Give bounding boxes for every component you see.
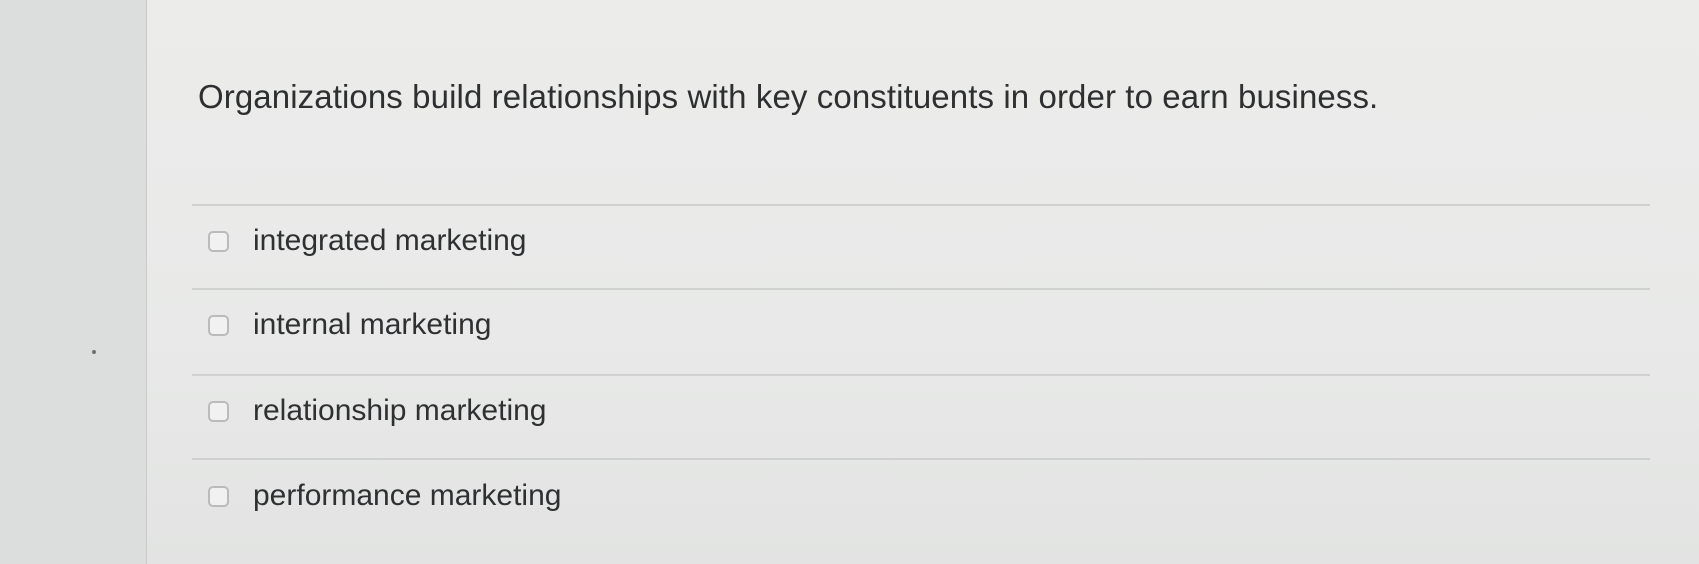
divider-top bbox=[192, 204, 1650, 206]
stray-dot bbox=[92, 350, 96, 354]
option-internal-marketing[interactable]: internal marketing bbox=[208, 305, 491, 345]
divider bbox=[192, 288, 1650, 290]
left-gutter bbox=[0, 0, 147, 564]
option-relationship-marketing[interactable]: relationship marketing bbox=[208, 391, 546, 431]
checkbox[interactable] bbox=[208, 400, 229, 422]
option-label: relationship marketing bbox=[253, 394, 547, 427]
option-label: performance marketing bbox=[253, 479, 562, 512]
divider bbox=[192, 374, 1650, 376]
option-integrated-marketing[interactable]: integrated marketing bbox=[208, 221, 527, 261]
question-text: Organizations build relationships with k… bbox=[198, 78, 1379, 115]
option-label: internal marketing bbox=[253, 308, 492, 341]
checkbox[interactable] bbox=[208, 485, 229, 507]
option-label: integrated marketing bbox=[253, 224, 527, 257]
option-performance-marketing[interactable]: performance marketing bbox=[208, 476, 561, 516]
divider bbox=[192, 458, 1650, 460]
checkbox[interactable] bbox=[208, 314, 229, 336]
checkbox[interactable] bbox=[208, 230, 229, 252]
